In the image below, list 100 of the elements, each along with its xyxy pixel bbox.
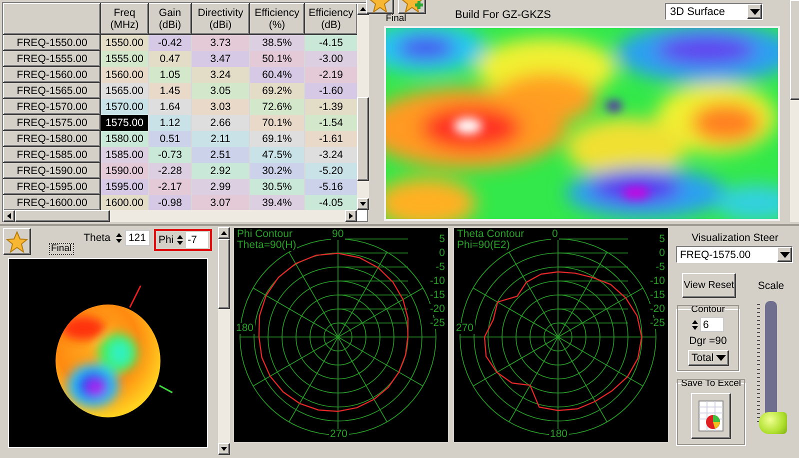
degree-text: Dgr =90 xyxy=(689,335,727,347)
table-cell: -3.24 xyxy=(304,146,358,162)
table-cell: 2.11 xyxy=(192,130,250,146)
row-header[interactable]: FREQ-1570.00 xyxy=(4,98,100,114)
table-cell: 72.6% xyxy=(250,98,304,114)
ring-label: -10 xyxy=(648,276,666,287)
table-cell: 1570.00 xyxy=(100,98,148,114)
ring-label: 0 xyxy=(438,248,446,259)
table-cell: -1.61 xyxy=(304,130,358,146)
table-cell: 50.1% xyxy=(250,50,304,66)
table-cell: 3.07 xyxy=(192,194,250,210)
panel-title: Visualization Steer xyxy=(690,232,780,244)
ring-label: -15 xyxy=(428,290,446,301)
table-cell: -1.54 xyxy=(304,114,358,130)
ring-label: -20 xyxy=(428,304,446,315)
row-header[interactable]: FREQ-1550.00 xyxy=(4,34,100,50)
table-cell: 1560.00 xyxy=(100,66,148,82)
table-cell: 69.2% xyxy=(250,82,304,98)
scale-slider[interactable] xyxy=(755,298,787,436)
row-header[interactable]: FREQ-1590.00 xyxy=(4,162,100,178)
horizontal-scrollbar[interactable] xyxy=(3,210,357,222)
table-cell: 1.45 xyxy=(148,82,192,98)
table-cell: 1575.00 xyxy=(100,114,148,130)
table-cell: 0.51 xyxy=(148,130,192,146)
table-cell: -3.00 xyxy=(304,50,358,66)
frequency-dropdown[interactable]: FREQ-1575.00 xyxy=(676,246,793,263)
ring-label: -25 xyxy=(428,318,446,329)
table-cell: 1.12 xyxy=(148,114,192,130)
phi-input[interactable]: -7 xyxy=(186,232,208,248)
angle-label: 0 xyxy=(551,229,559,240)
row-header[interactable]: FREQ-1595.00 xyxy=(4,178,100,194)
plot-subtitle: Theta=90(H) xyxy=(236,240,298,251)
vertical-scrollbar[interactable] xyxy=(357,3,369,210)
table-cell: 2.99 xyxy=(192,178,250,194)
star-icon xyxy=(6,230,28,252)
table-cell: 60.4% xyxy=(250,66,304,82)
ring-label: 0 xyxy=(658,248,666,259)
table-cell: -0.73 xyxy=(148,146,192,162)
angle-label: 270 xyxy=(329,429,349,440)
angle-label: 270 xyxy=(455,323,475,334)
table-cell: 3.47 xyxy=(192,50,250,66)
scale-label: Scale xyxy=(758,280,784,292)
save-excel-button[interactable] xyxy=(691,393,732,439)
table-cell: 1585.00 xyxy=(100,146,148,162)
row-header[interactable]: FREQ-1585.00 xyxy=(4,146,100,162)
plot-subtitle: Phi=90(E2) xyxy=(456,240,511,251)
theta-input[interactable]: 121 xyxy=(125,230,150,246)
vertical-scrollbar[interactable] xyxy=(790,0,799,222)
table-cell: -5.16 xyxy=(304,178,358,194)
table-cell: 3.73 xyxy=(192,34,250,50)
column-header[interactable]: Gain (dBi) xyxy=(148,4,192,34)
column-header[interactable]: Efficiency (dB) xyxy=(304,4,358,34)
contour-input[interactable]: 6 xyxy=(700,317,724,332)
table-cell: 69.1% xyxy=(250,130,304,146)
row-header[interactable]: FREQ-1600.00 xyxy=(4,194,100,210)
view-mode-dropdown[interactable]: 3D Surface xyxy=(665,3,763,20)
column-header[interactable]: Efficiency (%) xyxy=(250,4,304,34)
table-cell: 3.03 xyxy=(192,98,250,114)
table-cell: 1595.00 xyxy=(100,178,148,194)
table-cell: 30.2% xyxy=(250,162,304,178)
spreadsheet-chart-icon xyxy=(698,400,724,432)
plot-title: Phi Contour xyxy=(236,229,294,240)
table-cell: 1.64 xyxy=(148,98,192,114)
table-cell: 1580.00 xyxy=(100,130,148,146)
phi-label: Phi xyxy=(158,234,174,246)
table-cell: 1600.00 xyxy=(100,194,148,210)
table-cell: 38.5% xyxy=(250,34,304,50)
row-header[interactable]: FREQ-1575.00 xyxy=(4,114,100,130)
ring-label: -25 xyxy=(648,318,666,329)
row-header[interactable]: FREQ-1565.00 xyxy=(4,82,100,98)
table-cell: 47.5% xyxy=(250,146,304,162)
final-label: Final xyxy=(386,14,406,24)
favorite-button[interactable] xyxy=(3,228,31,255)
table-cell: 2.51 xyxy=(192,146,250,162)
column-header[interactable]: Freq (MHz) xyxy=(100,4,148,34)
angle-label: 180 xyxy=(549,429,569,440)
table-cell: -2.28 xyxy=(148,162,192,178)
vertical-scrollbar[interactable] xyxy=(218,227,230,455)
table-cell: -5.20 xyxy=(304,162,358,178)
row-header[interactable]: FREQ-1580.00 xyxy=(4,130,100,146)
column-header[interactable]: Directivity (dBi) xyxy=(192,4,250,34)
ring-label: -5 xyxy=(434,262,446,273)
table-cell: -4.05 xyxy=(304,194,358,210)
angle-label: 90 xyxy=(331,229,345,240)
table-cell: 1590.00 xyxy=(100,162,148,178)
caret-icon xyxy=(750,8,760,14)
component-dropdown[interactable]: Total xyxy=(688,350,728,366)
slider-thumb[interactable] xyxy=(759,412,787,434)
table-cell: 3.24 xyxy=(192,66,250,82)
theta-label: Theta xyxy=(84,232,110,244)
caret-icon xyxy=(780,252,790,258)
table-cell: 1565.00 xyxy=(100,82,148,98)
table-cell: 2.66 xyxy=(192,114,250,130)
row-header[interactable]: FREQ-1555.00 xyxy=(4,50,100,66)
table-cell: 2.92 xyxy=(192,162,250,178)
table-cell: 1550.00 xyxy=(100,34,148,50)
row-header[interactable]: FREQ-1560.00 xyxy=(4,66,100,82)
table-cell: -1.60 xyxy=(304,82,358,98)
view-reset-button[interactable]: View Reset xyxy=(682,273,736,298)
table-cell: 0.47 xyxy=(148,50,192,66)
